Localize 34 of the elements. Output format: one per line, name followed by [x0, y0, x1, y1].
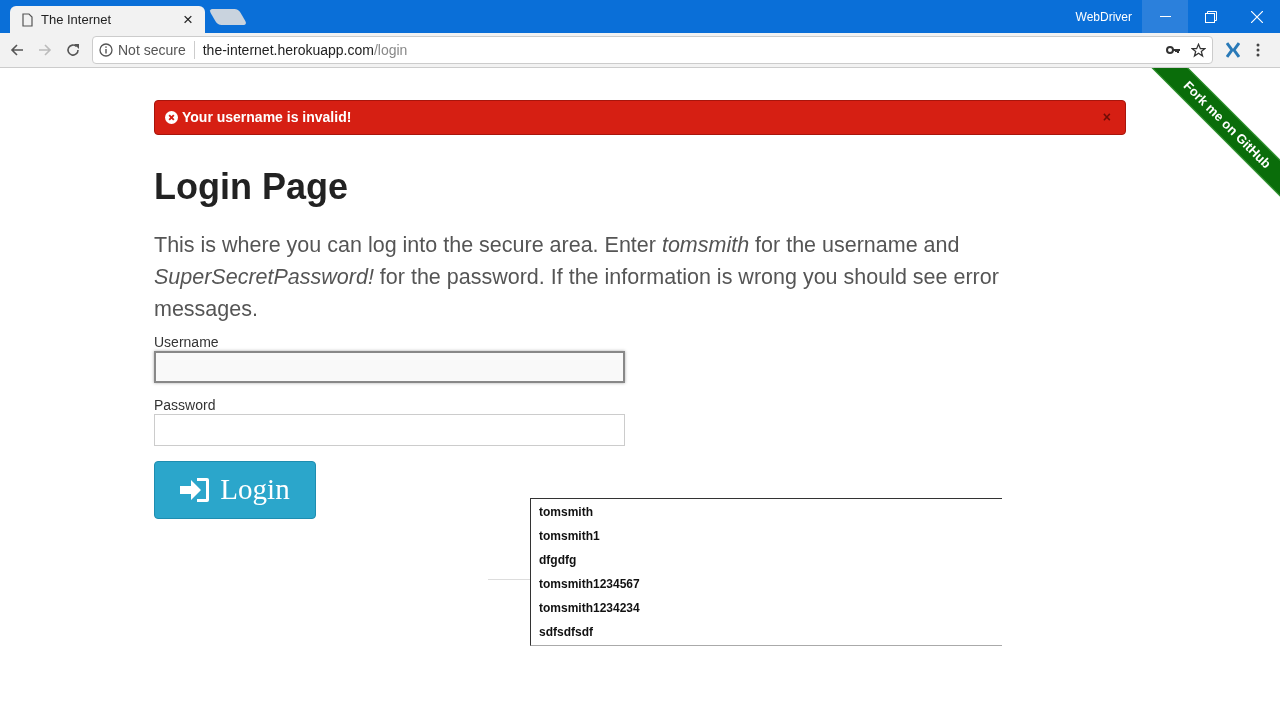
- address-bar[interactable]: Not secure the-internet.herokuapp.com/login: [92, 36, 1213, 64]
- sign-in-icon: [180, 477, 211, 503]
- autocomplete-item[interactable]: tomsmith: [531, 500, 1002, 524]
- autocomplete-item[interactable]: dfgdfg: [531, 548, 1002, 572]
- error-icon: [165, 111, 178, 124]
- reload-icon[interactable]: [66, 43, 80, 57]
- key-icon[interactable]: [1166, 46, 1181, 54]
- autocomplete-item[interactable]: tomsmith1234234: [531, 596, 1002, 620]
- field-label: Password: [154, 396, 217, 414]
- tab-title: The Internet: [41, 10, 113, 29]
- intro-paragraph: This is where you can log into the secure area. Enter tomsmith for the username and SuperSecretPassword! for the password. If the information is wrong you should see error messages.: [154, 232, 1000, 323]
- new-tab-button[interactable]: [208, 9, 248, 25]
- extension-icon[interactable]: [1226, 42, 1240, 58]
- url-text: the-internet.herokuapp.com/login: [202, 40, 409, 60]
- autocomplete-item[interactable]: tomsmith1234567: [531, 572, 1002, 596]
- browser-tab[interactable]: The Internet ×: [10, 6, 205, 33]
- back-icon[interactable]: [10, 43, 24, 57]
- autocomplete-item[interactable]: sdfsdfsdf: [531, 620, 1002, 644]
- field-label: Username: [154, 333, 220, 351]
- restore-icon: [1205, 10, 1217, 23]
- menu-icon[interactable]: [1256, 43, 1260, 57]
- profile-name: WebDriver: [1075, 8, 1132, 26]
- error-message: Your username is invalid!: [182, 108, 353, 127]
- close-icon: [1251, 10, 1263, 23]
- autocomplete-item[interactable]: tomsmith1: [531, 524, 1002, 548]
- input-field[interactable]: [154, 351, 625, 383]
- input-field[interactable]: [154, 414, 625, 446]
- security-label: Not secure: [118, 40, 186, 60]
- info-icon[interactable]: [99, 43, 113, 57]
- tab-close-button[interactable]: ×: [183, 11, 193, 28]
- star-icon[interactable]: [1191, 42, 1206, 58]
- page-heading: Login Page: [154, 167, 349, 207]
- page-icon: [22, 12, 33, 27]
- minimize-icon: [1159, 15, 1171, 18]
